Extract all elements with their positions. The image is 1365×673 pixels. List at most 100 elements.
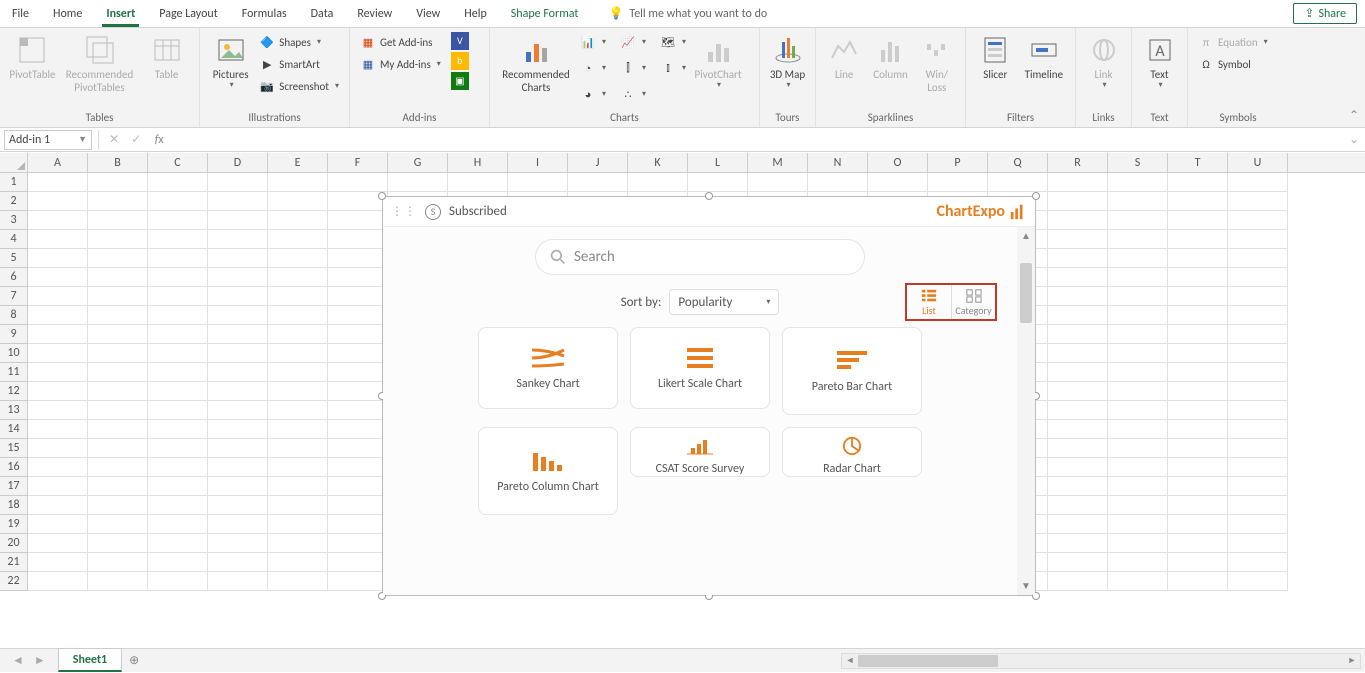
cell[interactable]	[208, 458, 268, 477]
cell[interactable]	[28, 363, 88, 382]
cell[interactable]	[1228, 534, 1288, 553]
recommended-pivot-button[interactable]: Recommended PivotTables	[59, 32, 140, 96]
horizontal-scrollbar[interactable]: ◄ ►	[841, 653, 1361, 669]
column-header[interactable]: G	[388, 153, 448, 172]
text-button[interactable]: A Text▾	[1138, 32, 1181, 93]
cell[interactable]	[208, 420, 268, 439]
cell[interactable]	[208, 439, 268, 458]
cell[interactable]	[1168, 306, 1228, 325]
cell[interactable]	[328, 268, 388, 287]
cell[interactable]	[88, 439, 148, 458]
column-header[interactable]: O	[868, 153, 928, 172]
cell[interactable]	[1228, 173, 1288, 192]
cell[interactable]	[328, 572, 388, 591]
sparkline-line-button[interactable]: Line	[822, 32, 866, 83]
cell[interactable]	[88, 306, 148, 325]
cell[interactable]	[1168, 534, 1228, 553]
cell[interactable]	[88, 401, 148, 420]
cell[interactable]	[208, 382, 268, 401]
column-chart-dd[interactable]: 📊▾	[576, 32, 610, 52]
cell[interactable]	[268, 382, 328, 401]
cell[interactable]	[1228, 458, 1288, 477]
cell[interactable]	[268, 249, 328, 268]
cell[interactable]	[328, 325, 388, 344]
timeline-button[interactable]: Timeline	[1019, 32, 1069, 83]
cell[interactable]	[988, 173, 1048, 192]
cell[interactable]	[1108, 230, 1168, 249]
cell[interactable]	[1048, 420, 1108, 439]
cell[interactable]	[1108, 268, 1168, 287]
cell[interactable]	[1168, 211, 1228, 230]
cell[interactable]	[1228, 192, 1288, 211]
cell[interactable]	[208, 401, 268, 420]
row-header[interactable]: 9	[0, 325, 28, 344]
tab-help[interactable]: Help	[452, 0, 499, 27]
cell[interactable]	[148, 211, 208, 230]
cell[interactable]	[868, 173, 928, 192]
cell[interactable]	[448, 173, 508, 192]
cell[interactable]	[28, 230, 88, 249]
cell[interactable]	[1108, 173, 1168, 192]
row-header[interactable]: 19	[0, 515, 28, 534]
cell[interactable]	[88, 230, 148, 249]
cell[interactable]	[1228, 477, 1288, 496]
cell[interactable]	[328, 515, 388, 534]
tab-view[interactable]: View	[404, 0, 452, 27]
cell[interactable]	[1048, 572, 1108, 591]
formula-input[interactable]	[169, 130, 1343, 150]
cell[interactable]	[88, 496, 148, 515]
cell[interactable]	[1048, 192, 1108, 211]
column-header[interactable]: U	[1228, 153, 1288, 172]
cell[interactable]	[1168, 496, 1228, 515]
row-header[interactable]: 2	[0, 192, 28, 211]
cell[interactable]	[88, 325, 148, 344]
cell[interactable]	[1228, 382, 1288, 401]
screenshot-button[interactable]: 📷Screenshot▾	[255, 76, 343, 96]
cell[interactable]	[1108, 287, 1168, 306]
cell[interactable]	[88, 173, 148, 192]
cell[interactable]	[268, 420, 328, 439]
scroll-down-icon[interactable]: ▼	[1017, 577, 1035, 595]
3dmap-button[interactable]: 3D Map▾	[766, 32, 809, 93]
column-header[interactable]: N	[808, 153, 868, 172]
chart-card-sankey[interactable]: Sankey Chart	[478, 327, 618, 409]
cell[interactable]	[1108, 401, 1168, 420]
cell[interactable]	[1168, 230, 1228, 249]
cell[interactable]	[328, 249, 388, 268]
cell[interactable]	[88, 287, 148, 306]
table-button[interactable]: Table	[140, 32, 193, 83]
row-header[interactable]: 10	[0, 344, 28, 363]
cell[interactable]	[148, 173, 208, 192]
cell[interactable]	[88, 553, 148, 572]
fx-button[interactable]: fx	[149, 133, 169, 147]
cell[interactable]	[148, 268, 208, 287]
cell[interactable]	[268, 401, 328, 420]
pie-chart-dd[interactable]: ◕▾	[576, 84, 610, 104]
cell[interactable]	[1228, 363, 1288, 382]
link-button[interactable]: Link▾	[1082, 32, 1125, 93]
cell[interactable]	[1168, 420, 1228, 439]
cell[interactable]	[1228, 287, 1288, 306]
scatter-chart-dd[interactable]: ∴▾	[616, 84, 650, 104]
cell[interactable]	[1048, 268, 1108, 287]
cell[interactable]	[28, 477, 88, 496]
cell[interactable]	[1108, 325, 1168, 344]
cell[interactable]	[28, 382, 88, 401]
bing-icon[interactable]: b	[451, 52, 469, 70]
row-header[interactable]: 13	[0, 401, 28, 420]
cell[interactable]	[1108, 439, 1168, 458]
people-icon[interactable]: ▣	[451, 72, 469, 90]
cell[interactable]	[148, 325, 208, 344]
my-addins-button[interactable]: ▦My Add-ins▾	[356, 54, 445, 74]
cell[interactable]	[28, 458, 88, 477]
addin-scrollbar[interactable]: ▲ ▼	[1017, 227, 1035, 595]
cell[interactable]	[88, 192, 148, 211]
cell[interactable]	[1228, 515, 1288, 534]
cell[interactable]	[268, 325, 328, 344]
cell[interactable]	[28, 420, 88, 439]
select-all-corner[interactable]	[0, 153, 28, 172]
cell[interactable]	[1228, 211, 1288, 230]
cell[interactable]	[1048, 173, 1108, 192]
column-header[interactable]: M	[748, 153, 808, 172]
cell[interactable]	[1168, 192, 1228, 211]
